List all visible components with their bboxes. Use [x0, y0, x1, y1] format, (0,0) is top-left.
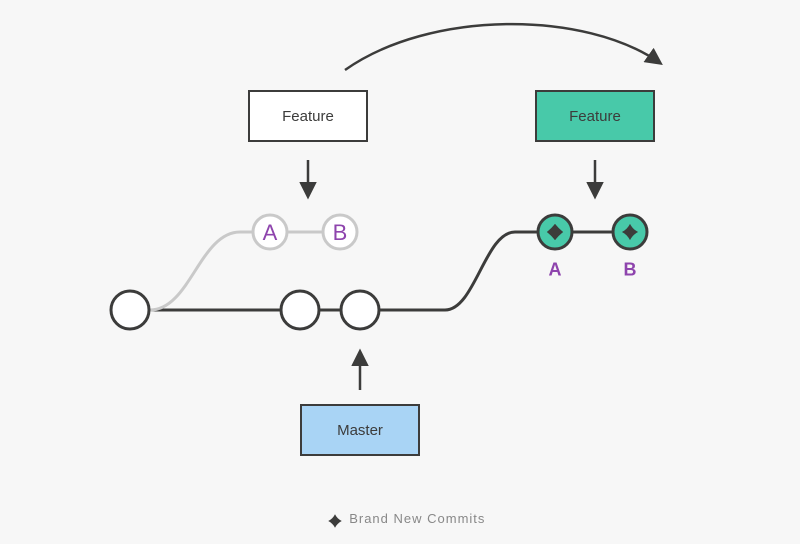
feature-old-box: Feature: [248, 90, 368, 142]
feature-old-label: Feature: [282, 108, 334, 125]
old-commit-b-label: B: [333, 220, 348, 246]
new-commit-a: [538, 215, 572, 249]
feature-new-label: Feature: [569, 108, 621, 125]
rebase-diagram: Feature Feature Master A B A B Brand New…: [0, 0, 800, 544]
master-label: Master: [337, 422, 383, 439]
master-to-new-feature-line: [360, 232, 630, 310]
legend-text: Brand New Commits: [349, 511, 485, 526]
old-commit-a-label: A: [263, 220, 278, 246]
new-commit-b: [613, 215, 647, 249]
root-commit: [111, 291, 149, 329]
master-commit-2: [341, 291, 379, 329]
legend: Brand New Commits: [0, 511, 800, 526]
rebase-arc-arrow: [345, 24, 660, 70]
new-commit-b-label: B: [624, 260, 637, 281]
feature-new-box: Feature: [535, 90, 655, 142]
master-box: Master: [300, 404, 420, 456]
master-commit-1: [281, 291, 319, 329]
new-commit-a-label: A: [549, 260, 562, 281]
diagram-svg: [0, 0, 800, 544]
